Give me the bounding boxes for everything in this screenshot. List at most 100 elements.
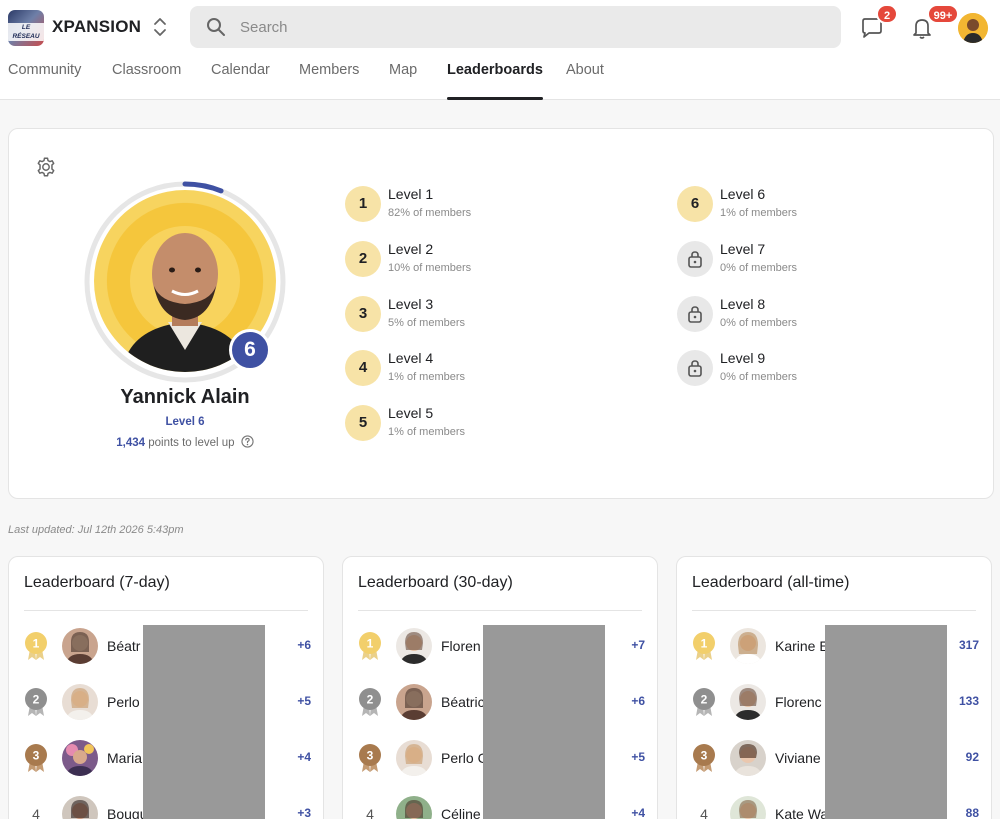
points-to-level-up: 1,434 points to level up: [83, 435, 287, 449]
help-icon[interactable]: [241, 435, 254, 448]
points-suffix: points to level up: [148, 437, 235, 449]
avatar: [730, 740, 766, 776]
svg-text:1: 1: [701, 637, 708, 651]
tab-classroom[interactable]: Classroom: [112, 62, 181, 100]
avatar: [730, 628, 766, 664]
profile-level-card: 6 Yannick Alain Level 6 1,434 points to …: [8, 128, 994, 499]
rank-number: 4: [366, 806, 374, 819]
avatar: [730, 684, 766, 720]
gear-icon[interactable]: [35, 156, 57, 178]
level-number-badge: 5: [345, 405, 381, 441]
tab-members[interactable]: Members: [299, 62, 359, 100]
tab-calendar[interactable]: Calendar: [211, 62, 270, 100]
redaction-block: [825, 625, 947, 819]
lock-icon: [677, 296, 713, 332]
divider: [358, 610, 642, 611]
avatar: [396, 628, 432, 664]
search-icon: [206, 17, 226, 37]
level-name: Level 7: [720, 241, 766, 257]
leaderboard-title: Leaderboard (all-time): [692, 574, 850, 591]
gold-medal-icon: 1: [25, 632, 47, 660]
redaction-block: [143, 625, 265, 819]
silver-medal-icon: 2: [693, 688, 715, 716]
level-item: 4 Level 4 1% of members: [345, 348, 545, 388]
level-name: Level 9: [720, 350, 766, 366]
svg-text:1: 1: [33, 637, 40, 651]
search-bar[interactable]: [190, 6, 841, 48]
member-name: Béatric: [441, 694, 485, 710]
tab-map[interactable]: Map: [389, 62, 417, 100]
level-percentage: 0% of members: [720, 317, 798, 329]
member-name: Floren: [441, 638, 481, 654]
tab-about[interactable]: About: [566, 62, 604, 100]
member-name: Bougu: [107, 806, 148, 819]
level-number-badge: 2: [345, 241, 381, 277]
member-points: +4: [631, 806, 645, 819]
avatar: [396, 796, 432, 819]
level-percentage: 82% of members: [388, 207, 472, 219]
level-number-badge: 4: [345, 350, 381, 386]
svg-text:3: 3: [701, 749, 708, 763]
level-item-locked: Level 7 0% of members: [677, 239, 877, 279]
level-percentage: 0% of members: [720, 371, 798, 383]
svg-text:3: 3: [367, 749, 374, 763]
member-points: +3: [297, 806, 311, 819]
notifications-badge: 99+: [927, 4, 959, 24]
logo-text: LE RÉSEAU: [8, 23, 44, 41]
level-percentage: 1% of members: [388, 426, 466, 438]
community-logo[interactable]: LE RÉSEAU: [8, 10, 44, 46]
member-points: 133: [958, 694, 979, 708]
level-name: Level 8: [720, 296, 766, 312]
svg-text:2: 2: [701, 693, 708, 707]
svg-text:3: 3: [33, 749, 40, 763]
member-name: Karine E: [775, 638, 829, 654]
avatar: [62, 796, 98, 819]
tab-community[interactable]: Community: [8, 62, 81, 100]
user-avatar[interactable]: [958, 13, 988, 43]
level-percentage: 1% of members: [388, 371, 466, 383]
level-name: Level 4: [388, 350, 434, 366]
points-value: 1,434: [116, 437, 146, 449]
level-name: Level 2: [388, 241, 434, 257]
avatar: [396, 740, 432, 776]
level-percentage: 1% of members: [720, 207, 798, 219]
avatar: [62, 740, 98, 776]
member-points: 88: [965, 806, 979, 819]
bronze-medal-icon: 3: [359, 744, 381, 772]
level-name: Level 5: [388, 405, 434, 421]
member-name: Viviane: [775, 750, 821, 766]
member-points: +6: [297, 638, 311, 652]
member-points: +5: [297, 694, 311, 708]
gold-medal-icon: 1: [693, 632, 715, 660]
community-name[interactable]: XPANSION: [52, 17, 141, 37]
rank-number: 4: [32, 806, 40, 819]
tab-leaderboards[interactable]: Leaderboards: [447, 62, 543, 100]
avatar: [62, 684, 98, 720]
chat-badge: 2: [876, 4, 898, 24]
community-switcher-icon[interactable]: [151, 16, 169, 38]
member-points: 317: [958, 638, 979, 652]
user-name: Yannick Alain: [120, 386, 250, 408]
level-item: 6 Level 6 1% of members: [677, 184, 877, 224]
level-item: 1 Level 1 82% of members: [345, 184, 545, 224]
search-input[interactable]: [240, 6, 820, 48]
level-percentage: 5% of members: [388, 317, 466, 329]
member-name: Perlo C: [441, 750, 488, 766]
silver-medal-icon: 2: [25, 688, 47, 716]
member-points: +6: [631, 694, 645, 708]
svg-text:1: 1: [367, 637, 374, 651]
member-points: +5: [631, 750, 645, 764]
redaction-block: [483, 625, 605, 819]
bronze-medal-icon: 3: [693, 744, 715, 772]
lock-icon: [677, 241, 713, 277]
level-percentage: 0% of members: [720, 262, 798, 274]
member-points: +4: [297, 750, 311, 764]
member-name: Maria: [107, 750, 143, 766]
level-name: Level 6: [720, 186, 766, 202]
level-name: Level 1: [388, 186, 434, 202]
top-bar: LE RÉSEAU XPANSION 2 99+ Community Class…: [0, 0, 1000, 100]
level-percentage: 10% of members: [388, 262, 472, 274]
current-level-badge: 6: [229, 329, 271, 371]
divider: [692, 610, 976, 611]
level-item: 5 Level 5 1% of members: [345, 403, 545, 443]
